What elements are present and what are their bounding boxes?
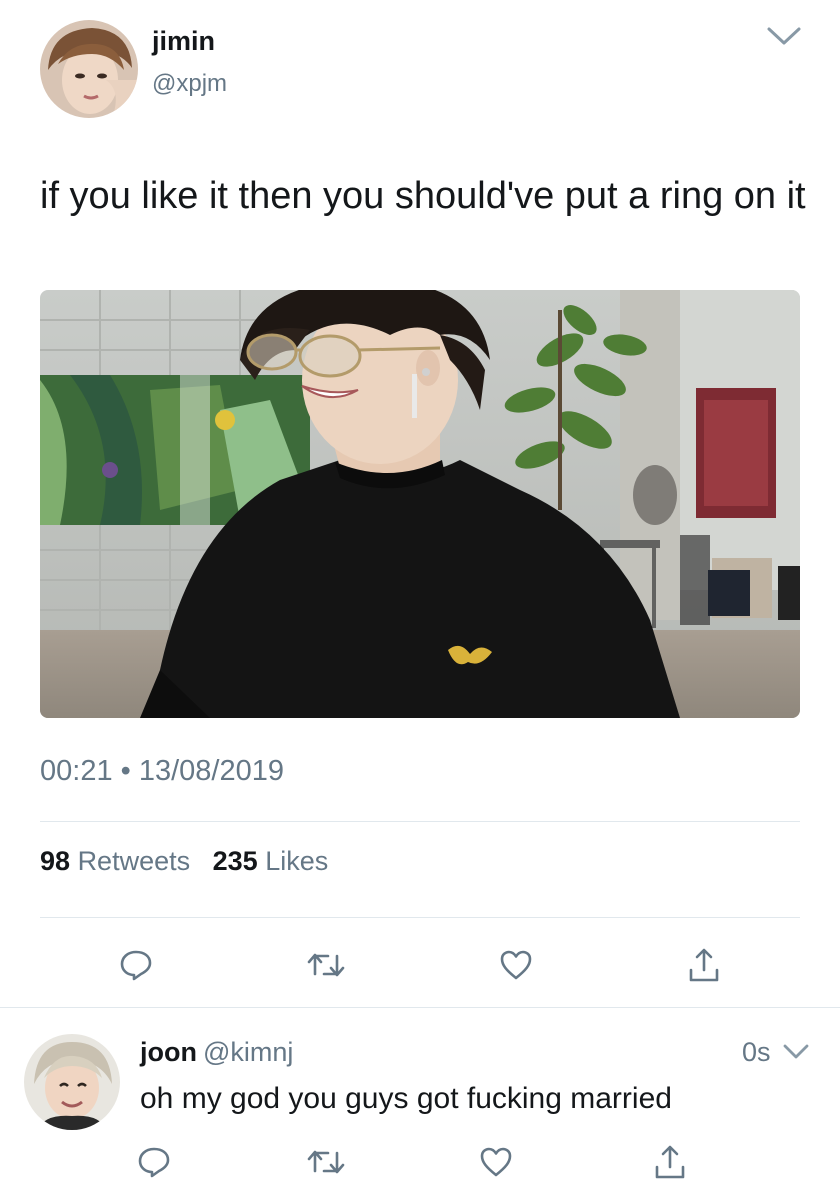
retweets-count: 98 xyxy=(40,846,71,876)
reply-timestamp: 0s xyxy=(742,1037,771,1067)
author-handle[interactable]: @xpjm xyxy=(152,70,227,98)
tweet-detail-screen: jimin @xpjm if you like it then you shou… xyxy=(0,0,840,1200)
retweet-icon[interactable] xyxy=(306,945,346,985)
divider xyxy=(40,821,800,822)
chevron-down-icon[interactable] xyxy=(782,1042,810,1062)
tweet-stats: 98 Retweets 235 Likes xyxy=(40,846,328,877)
reply-author-name[interactable]: joon xyxy=(140,1037,197,1067)
author-name[interactable]: jimin xyxy=(152,26,215,57)
reply-text: oh my god you guys got fucking married xyxy=(140,1082,672,1115)
share-icon[interactable] xyxy=(684,945,724,985)
reply-icon[interactable] xyxy=(134,1142,174,1182)
retweets-stat[interactable]: 98 Retweets xyxy=(40,846,190,876)
chevron-down-icon[interactable] xyxy=(766,24,802,48)
tweet-text: if you like it then you should've put a … xyxy=(40,175,806,217)
reply-icon[interactable] xyxy=(116,945,156,985)
tweet-timestamp: 00:21 • 13/08/2019 xyxy=(40,755,284,788)
likes-label: Likes xyxy=(265,846,329,876)
retweets-label: Retweets xyxy=(77,846,191,876)
reply-header: joon @kimnj xyxy=(140,1037,293,1068)
like-icon[interactable] xyxy=(496,945,536,985)
share-icon[interactable] xyxy=(650,1142,690,1182)
reply-author-avatar[interactable] xyxy=(24,1034,120,1130)
author-avatar[interactable] xyxy=(40,20,138,118)
tweet-photo[interactable] xyxy=(40,290,800,718)
reply-author-handle[interactable]: @kimnj xyxy=(203,1037,293,1067)
divider xyxy=(40,917,800,918)
likes-count: 235 xyxy=(212,846,258,876)
divider xyxy=(0,1007,840,1008)
timestamp-separator: • xyxy=(120,755,131,787)
like-icon[interactable] xyxy=(476,1142,516,1182)
tweet-date: 13/08/2019 xyxy=(138,755,285,787)
likes-stat[interactable]: 235 Likes xyxy=(213,846,329,876)
retweet-icon[interactable] xyxy=(306,1142,346,1182)
tweet-time: 00:21 xyxy=(40,755,113,787)
